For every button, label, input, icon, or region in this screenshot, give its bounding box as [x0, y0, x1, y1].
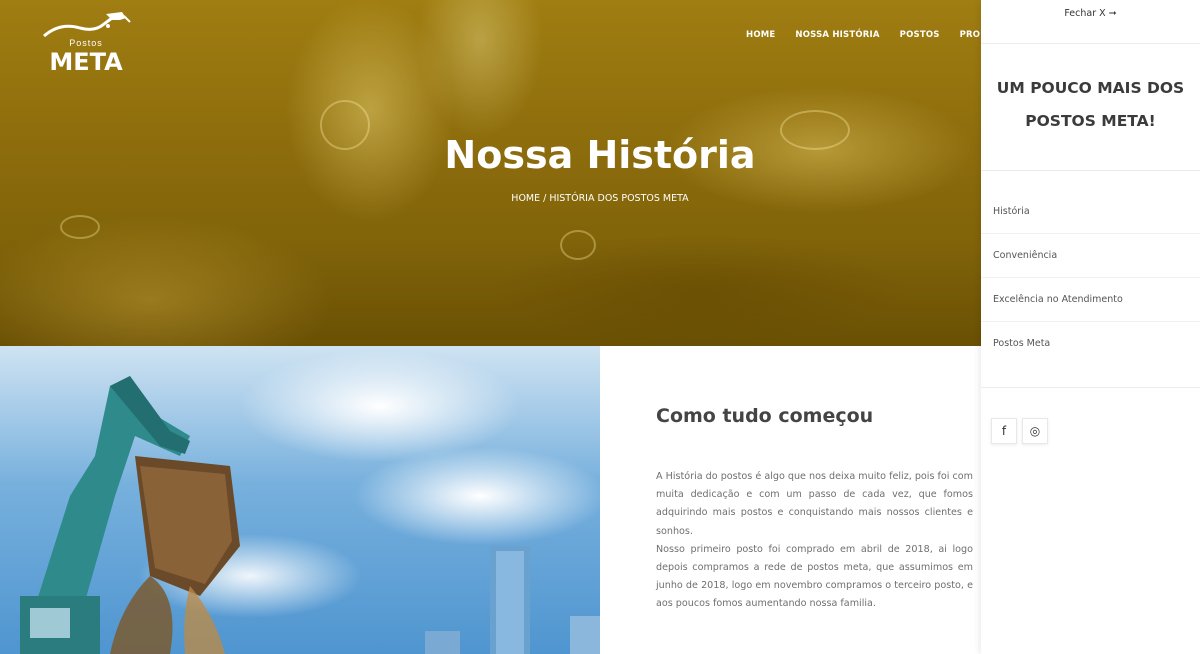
nav-home[interactable]: HOME	[746, 30, 775, 40]
excavator-illustration	[20, 376, 600, 654]
divider	[981, 170, 1200, 171]
paragraph-2: Nosso primeiro posto foi comprado em abr…	[656, 543, 973, 610]
section-body: A História do postos é algo que nos deix…	[656, 468, 973, 614]
panel-heading: UM POUCO MAIS DOS POSTOS META!	[981, 72, 1200, 138]
breadcrumb-separator: /	[543, 193, 547, 204]
panel-heading-line2: POSTOS META!	[1025, 112, 1156, 130]
panel-link-historia[interactable]: História	[981, 190, 1200, 234]
panel-link-conveniencia[interactable]: Conveniência	[981, 234, 1200, 278]
social-links: f ◎	[991, 418, 1048, 444]
section-title: Como tudo começou	[656, 405, 874, 427]
main-nav: HOME NOSSA HISTÓRIA POSTOS PROMOÇ	[746, 30, 981, 40]
panel-heading-line1: UM POUCO MAIS DOS	[996, 79, 1185, 97]
panel-link-postos-meta[interactable]: Postos Meta	[981, 322, 1200, 366]
logo[interactable]: Postos META	[40, 8, 132, 76]
paragraph-1: A História do postos é algo que nos deix…	[656, 471, 973, 537]
breadcrumb: HOME / HISTÓRIA DOS POSTOS META	[0, 193, 981, 204]
logo-title: META	[49, 48, 123, 76]
instagram-icon[interactable]: ◎	[1022, 418, 1048, 444]
side-panel: Fechar X ➞ UM POUCO MAIS DOS POSTOS META…	[981, 0, 1200, 654]
breadcrumb-home[interactable]: HOME	[511, 193, 540, 204]
splash-drop	[560, 230, 596, 260]
facebook-icon[interactable]: f	[991, 418, 1017, 444]
nav-promocoes[interactable]: PROMOÇ	[960, 30, 981, 40]
splash-drop	[60, 215, 100, 239]
breadcrumb-current: HISTÓRIA DOS POSTOS META	[549, 193, 689, 204]
hero-banner: Postos META HOME NOSSA HISTÓRIA POSTOS P…	[0, 0, 981, 346]
logo-subtitle: Postos	[69, 38, 103, 48]
panel-link-atendimento[interactable]: Excelência no Atendimento	[981, 278, 1200, 322]
page-title: Nossa História	[444, 133, 756, 177]
divider	[981, 387, 1200, 388]
close-panel-button[interactable]: Fechar X ➞	[981, 0, 1200, 44]
nav-postos[interactable]: POSTOS	[900, 30, 940, 40]
nav-nossa-historia[interactable]: NOSSA HISTÓRIA	[795, 30, 879, 40]
excavator-photo	[0, 346, 600, 654]
panel-menu: História Conveniência Excelência no Aten…	[981, 190, 1200, 366]
fuel-nozzle-icon	[43, 12, 131, 38]
